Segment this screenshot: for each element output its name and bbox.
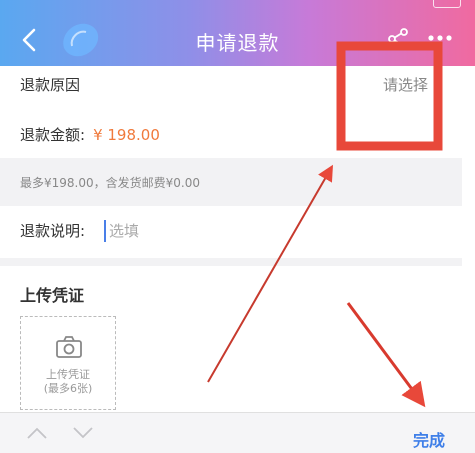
- refund-reason-label: 退款原因: [20, 76, 81, 94]
- keyboard-toolbar: 完成: [0, 412, 475, 453]
- refund-limit-note: 最多¥198.00，含发货邮费¥0.00: [0, 158, 462, 206]
- refund-description-card: 退款说明:: [0, 206, 462, 258]
- refund-reason-select[interactable]: 请选择: [383, 74, 428, 95]
- status-bar: [0, 0, 475, 12]
- chevron-down-icon[interactable]: [72, 427, 94, 439]
- refund-limit-text: 最多¥198.00，含发货邮费¥0.00: [20, 176, 200, 190]
- upload-proof-button[interactable]: 上传凭证 (最多6张): [20, 316, 116, 410]
- upload-proof-title: 上传凭证: [20, 286, 85, 305]
- refund-description-label: 退款说明:: [20, 222, 86, 240]
- refund-amount-label: 退款金额:: [20, 126, 86, 144]
- more-icon[interactable]: [427, 34, 453, 42]
- refund-amount-value: ¥ 198.00: [93, 126, 160, 144]
- upload-limit-hint: (最多6张): [43, 382, 93, 395]
- refund-description-input[interactable]: [104, 220, 409, 242]
- refund-amount-row: 退款金额: ¥ 198.00: [20, 124, 160, 145]
- battery-icon: [433, 0, 461, 8]
- app-header: 申请退款: [0, 0, 475, 70]
- share-icon[interactable]: [387, 28, 409, 50]
- scroll-edge: [462, 66, 475, 412]
- chevron-up-icon[interactable]: [26, 427, 48, 439]
- camera-icon: [56, 336, 82, 358]
- upload-proof-card: 上传凭证 上传凭证 (最多6张): [0, 266, 462, 416]
- done-button[interactable]: 完成: [413, 427, 445, 451]
